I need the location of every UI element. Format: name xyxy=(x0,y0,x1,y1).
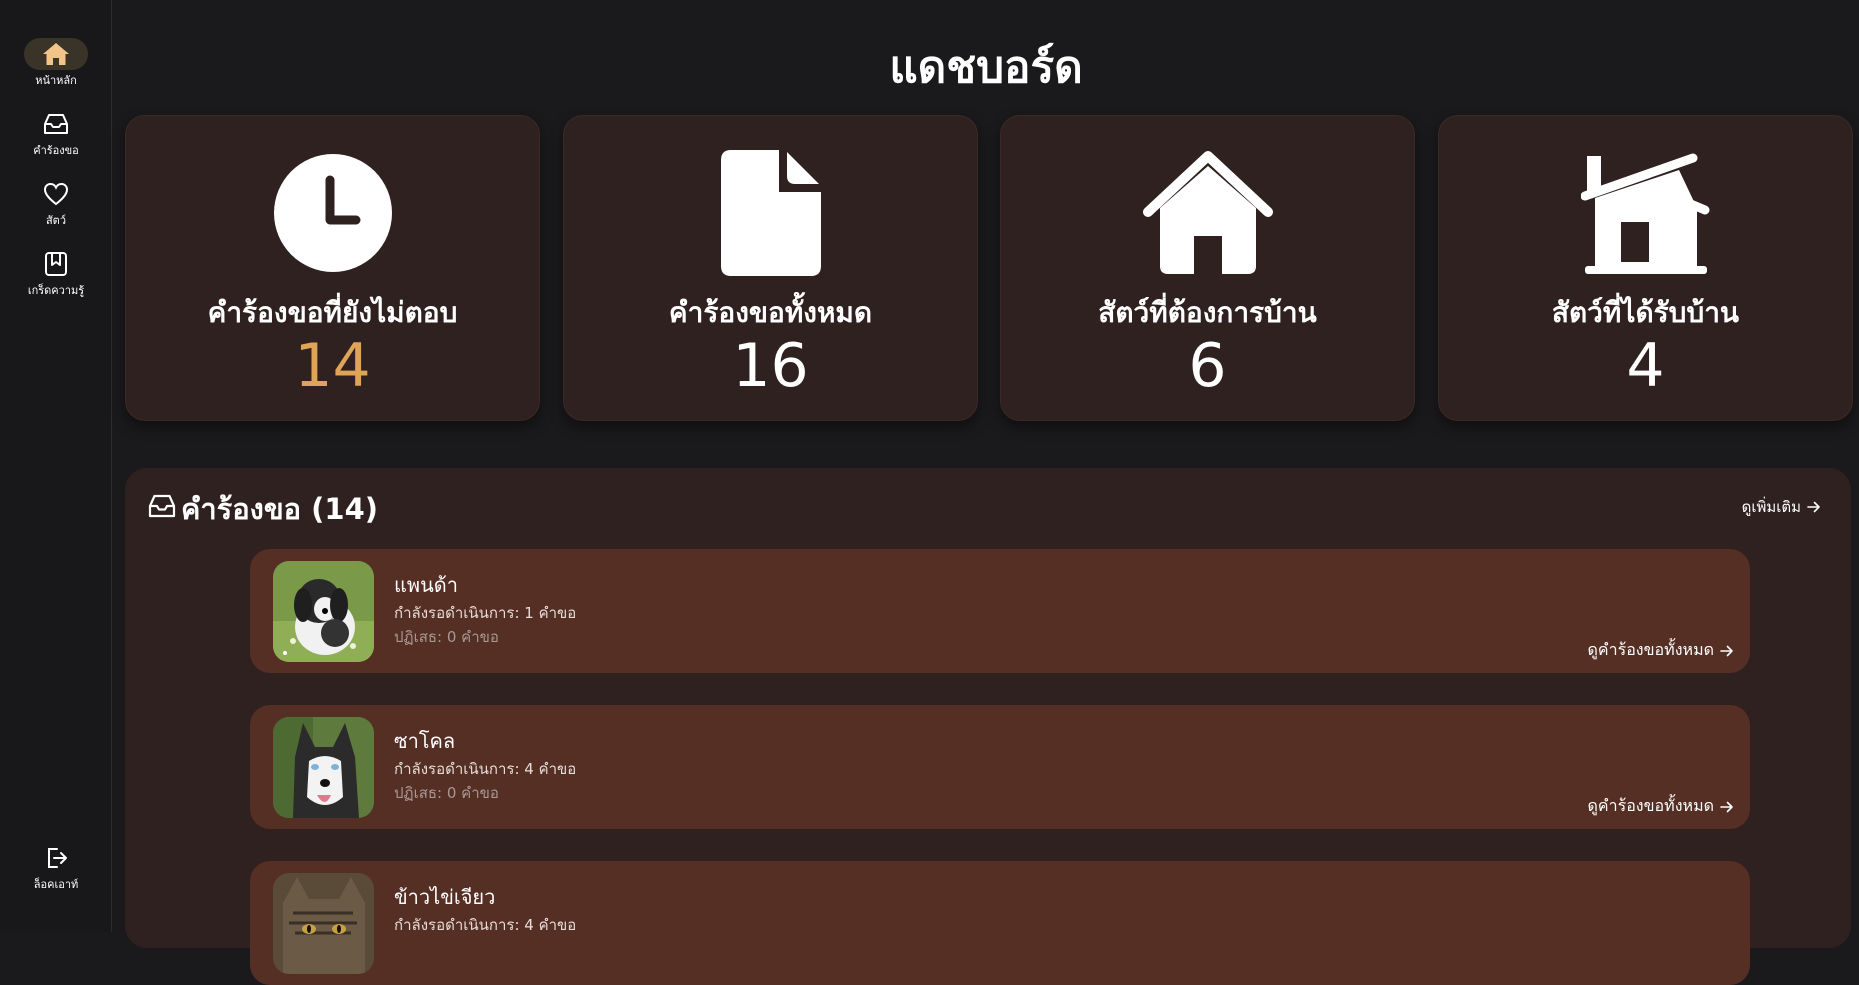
arrow-right-icon xyxy=(1807,501,1820,513)
see-more-label: ดูเพิ่มเติม xyxy=(1741,498,1801,516)
stat-value: 4 xyxy=(1626,331,1665,401)
house-icon xyxy=(1142,151,1273,274)
rejected-count: ปฏิเสธ: 0 คำขอ xyxy=(394,628,499,646)
requests-title: คำร้องขอ (14) xyxy=(181,492,379,526)
heart-icon xyxy=(43,182,69,206)
pending-count: กำลังรอดำเนินการ: 4 คำขอ xyxy=(394,916,577,934)
home-icon xyxy=(43,43,69,65)
cat-photo xyxy=(273,873,374,974)
arrow-right-icon xyxy=(1720,801,1733,812)
view-all-label: ดูคำร้องขอทั้งหมด xyxy=(1587,796,1714,815)
view-all-label: ดูคำร้องขอทั้งหมด xyxy=(1587,640,1714,659)
husky-photo xyxy=(273,717,374,818)
stat-value: 6 xyxy=(1188,331,1227,401)
stat-card-need-home[interactable]: สัตว์ที่ต้องการบ้าน 6 xyxy=(1000,115,1415,421)
stat-title: สัตว์ที่ต้องการบ้าน xyxy=(1098,296,1317,329)
sidebar-item-knowledge[interactable]: เกร็ดความรู้ xyxy=(0,248,112,299)
sidebar-item-animals[interactable]: สัตว์ xyxy=(0,178,112,229)
pending-count: กำลังรอดำเนินการ: 1 คำขอ xyxy=(394,604,577,622)
pending-count: กำลังรอดำเนินการ: 4 คำขอ xyxy=(394,760,577,778)
sidebar-item-home[interactable]: หน้าหลัก xyxy=(0,38,112,89)
requests-panel: คำร้องขอ (14) ดูเพิ่มเติม แพนด้า กำลังรอ… xyxy=(125,468,1851,985)
view-all-requests-link[interactable]: ดูคำร้องขอทั้งหมด xyxy=(1588,638,1734,663)
pet-name: ข้าวไข่เจียว xyxy=(394,885,496,909)
stat-title: คำร้องขอทั้งหมด xyxy=(668,296,873,329)
book-icon xyxy=(45,252,67,276)
view-all-requests-link[interactable]: ดูคำร้องขอทั้งหมด xyxy=(1588,794,1734,819)
sidebar-item-label: คำร้องขอ xyxy=(33,144,79,157)
request-item[interactable]: ซาโคล กำลังรอดำเนินการ: 4 คำขอ ปฏิเสธ: 0… xyxy=(250,705,1750,829)
logout-icon xyxy=(48,848,67,868)
stat-value: 14 xyxy=(294,331,371,401)
pet-name: แพนด้า xyxy=(394,573,458,597)
sidebar-item-requests[interactable]: คำร้องขอ xyxy=(0,108,112,159)
stat-title: สัตว์ที่ได้รับบ้าน xyxy=(1551,296,1740,329)
page-title: แดชบอร์ด xyxy=(889,42,1083,93)
inbox-icon xyxy=(44,114,68,134)
stat-value: 16 xyxy=(732,331,809,401)
document-icon xyxy=(720,150,821,276)
nav-active-pill xyxy=(24,38,88,70)
inbox-icon xyxy=(148,494,176,518)
see-more-link[interactable]: ดูเพิ่มเติม xyxy=(1742,495,1821,519)
sidebar-item-label: สัตว์ xyxy=(45,214,67,227)
stat-card-total-requests[interactable]: คำร้องขอทั้งหมด 16 xyxy=(563,115,978,421)
sidebar-item-label: หน้าหลัก xyxy=(35,74,77,87)
dog-photo xyxy=(273,561,374,662)
sidebar: หน้าหลัก คำร้องขอ สัตว์ เกร็ดความรู้ ล็อ… xyxy=(0,0,112,932)
pet-name: ซาโคล xyxy=(394,729,456,753)
rejected-count: ปฏิเสธ: 0 คำขอ xyxy=(394,784,499,802)
logout-label: ล็อคเอาท์ xyxy=(33,878,79,891)
stat-title: คำร้องขอที่ยังไม่ตอบ xyxy=(207,296,458,329)
arrow-right-icon xyxy=(1720,645,1733,656)
house-chimney-icon xyxy=(1580,153,1709,274)
sidebar-item-label: เกร็ดความรู้ xyxy=(27,284,85,297)
request-item[interactable]: แพนด้า กำลังรอดำเนินการ: 1 คำขอ ปฏิเสธ: … xyxy=(250,549,1750,673)
stat-card-adopted[interactable]: สัตว์ที่ได้รับบ้าน 4 xyxy=(1438,115,1853,421)
logout-button[interactable]: ล็อคเอาท์ xyxy=(0,842,112,893)
stat-card-unanswered[interactable]: คำร้องขอที่ยังไม่ตอบ 14 xyxy=(125,115,540,421)
request-item[interactable]: ข้าวไข่เจียว กำลังรอดำเนินการ: 4 คำขอ xyxy=(250,861,1750,985)
clock-icon xyxy=(273,154,392,272)
main-content: แดชบอร์ด คำร้องขอที่ยังไม่ตอบ 14 คำร้องข… xyxy=(113,0,1859,985)
